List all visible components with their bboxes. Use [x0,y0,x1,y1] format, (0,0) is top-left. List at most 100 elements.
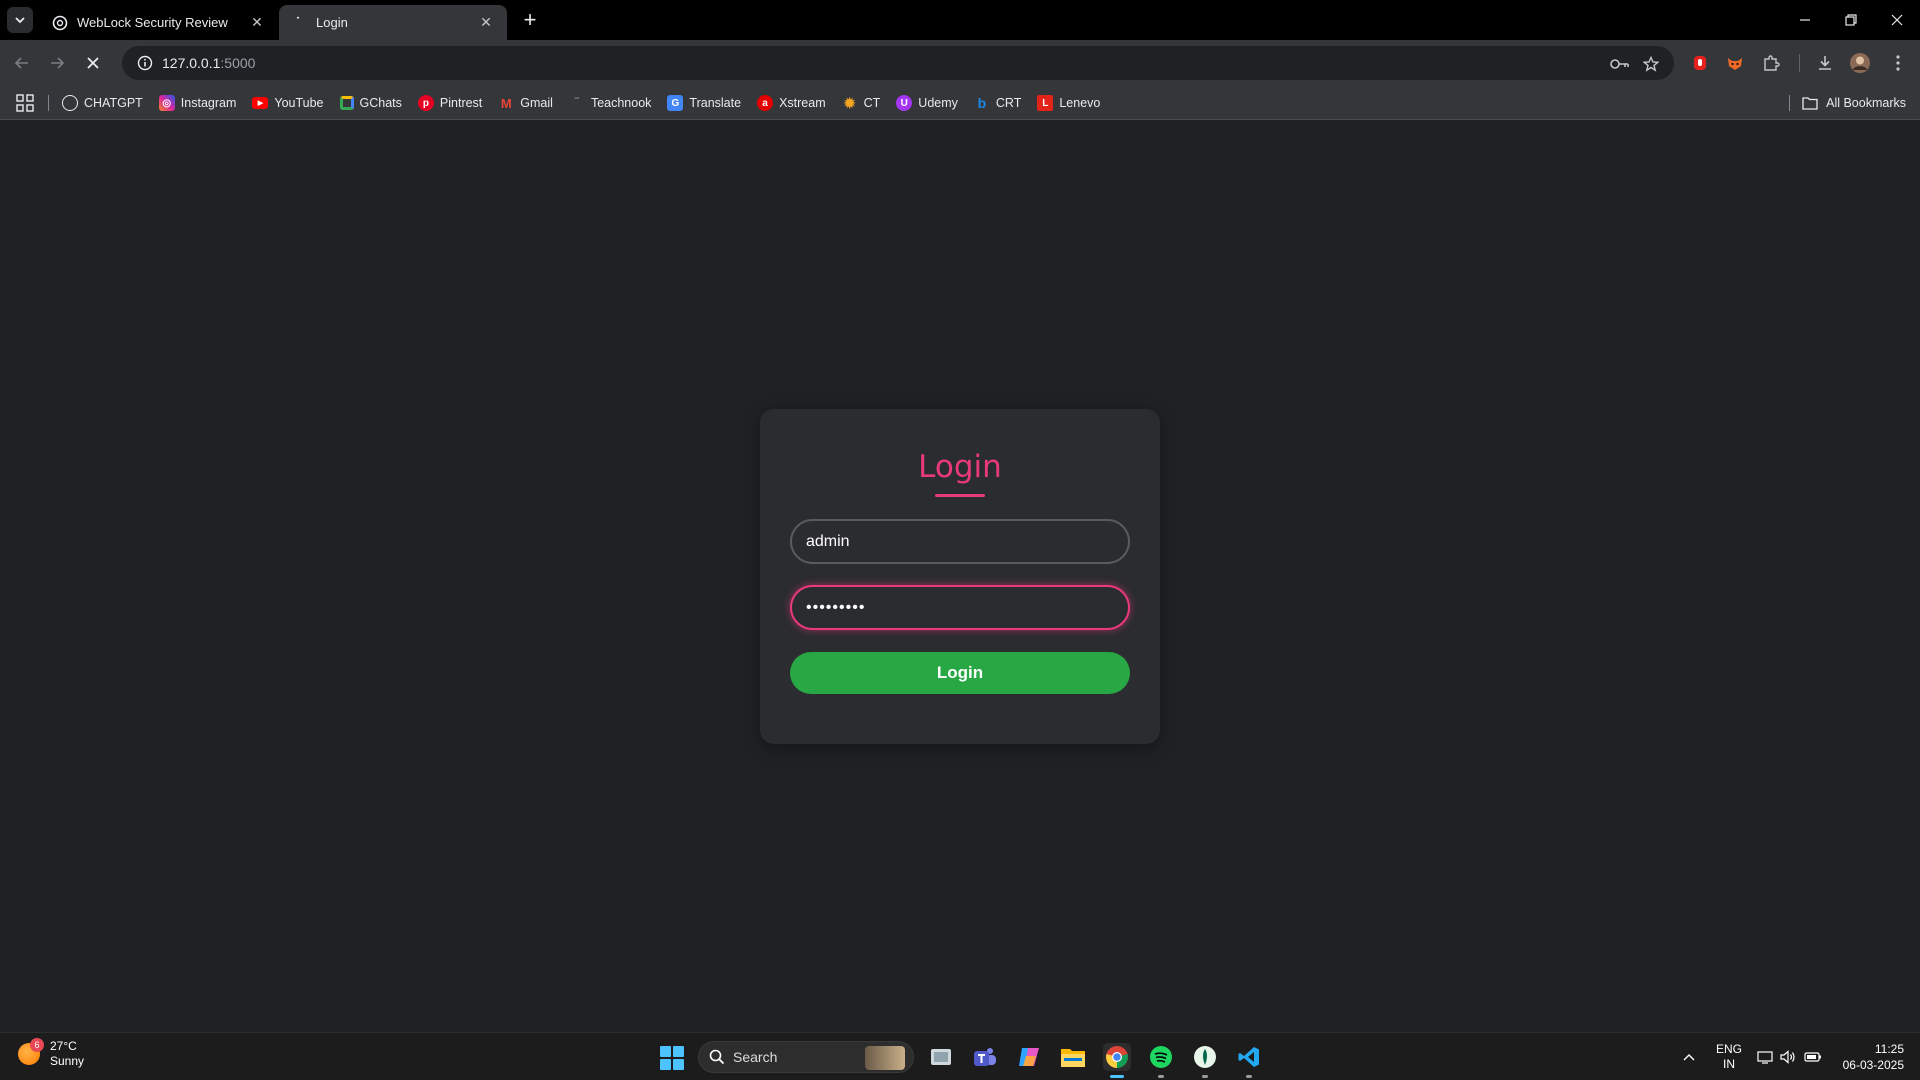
bookmark-udemy[interactable]: U Udemy [896,95,958,111]
windows-taskbar: 6 27°C Sunny Search ENG IN 11:25 06-03-2… [0,1032,1920,1080]
bookmark-label: Teachnook [590,96,652,110]
forward-button[interactable] [43,49,71,77]
bookmark-lenevo[interactable]: L Lenevo [1037,95,1100,111]
windows-start-icon[interactable] [660,1046,684,1070]
bookmark-gmail[interactable]: M Gmail [498,95,553,111]
battery-icon[interactable] [1804,1033,1822,1080]
active-indicator [1110,1075,1124,1078]
browser-toolbar: 127.0.0.1:5000 [0,40,1920,86]
restore-button[interactable] [1828,0,1874,40]
password-key-icon[interactable] [1610,54,1630,74]
login-card: Login admin ••••••••• Login [760,409,1160,744]
bookmark-instagram[interactable]: ◎ Instagram [158,95,236,111]
profile-avatar[interactable] [1849,52,1871,74]
all-bookmarks-label: All Bookmarks [1826,96,1906,110]
copilot-icon[interactable] [1015,1043,1043,1071]
bookmark-xstream[interactable]: a Xstream [757,95,826,111]
bookmark-crt[interactable]: b CRT [974,95,1022,111]
mongodb-compass-icon[interactable] [1191,1043,1219,1078]
close-icon[interactable]: ✕ [477,14,495,32]
extension-fox-icon[interactable] [1724,52,1746,74]
bookmark-ct[interactable]: ✹ CT [842,95,881,111]
google-chat-icon [339,96,354,110]
vscode-icon[interactable] [1235,1043,1263,1078]
login-button[interactable]: Login [790,652,1130,694]
notification-badge: 6 [30,1038,44,1052]
bookmark-gchats[interactable]: GChats [339,96,402,110]
extension-red-hand-icon[interactable] [1689,52,1711,74]
tab-title: Login [316,15,348,30]
volume-icon[interactable] [1780,1033,1796,1080]
arrow-right-icon [51,57,65,69]
udemy-icon: U [896,95,913,111]
teams-icon[interactable] [971,1043,999,1071]
spotify-icon[interactable] [1147,1043,1175,1078]
running-indicator [1246,1075,1252,1078]
clock-date: 06-03-2025 [1842,1058,1904,1072]
bookmark-youtube[interactable]: ▶ YouTube [252,96,324,110]
new-tab-button[interactable]: + [518,7,542,32]
bookmarks-divider [1789,95,1790,111]
all-bookmarks-button[interactable]: All Bookmarks [1802,86,1906,120]
close-icon[interactable]: ✕ [248,14,266,32]
running-indicator [1202,1075,1208,1078]
extensions-puzzle-icon[interactable] [1760,52,1782,74]
weather-condition: Sunny [50,1054,85,1068]
bookmark-pintrest[interactable]: p Pintrest [417,95,483,111]
tab-login[interactable]: Login ✕ [279,5,507,40]
bookmark-label: Xstream [779,96,826,110]
weather-widget[interactable]: 6 27°C Sunny [18,1038,85,1069]
pinterest-icon: p [417,95,434,111]
minimize-icon [1800,19,1810,21]
bookmarks-list: CHATGPT ◎ Instagram ▶ YouTube GChats p Pint… [62,86,1116,120]
bookmark-label: Lenevo [1059,96,1101,110]
chrome-icon[interactable] [1103,1043,1131,1078]
bookmark-translate[interactable]: G Translate [667,95,741,111]
taskbar-search-box[interactable]: Search [698,1041,914,1073]
bookmark-label: Gmail [520,96,553,110]
tab-search-button[interactable] [7,7,33,33]
chevron-down-icon [15,17,25,24]
address-bar[interactable]: 127.0.0.1:5000 [122,46,1674,80]
password-input[interactable]: ••••••••• [790,585,1130,630]
star-bookmark-icon[interactable] [1641,54,1661,74]
folder-icon [1802,97,1818,110]
username-input[interactable]: admin [790,519,1130,564]
apps-grid-icon[interactable] [16,94,34,112]
close-window-button[interactable] [1874,0,1920,40]
close-icon [87,57,99,69]
network-icon[interactable] [1757,1033,1773,1080]
weather-temp: 27°C [50,1039,77,1053]
more-menu-icon[interactable] [1887,52,1909,74]
system-clock[interactable]: 11:25 06-03-2025 [1843,1041,1904,1073]
download-icon[interactable] [1814,52,1836,74]
file-explorer-icon[interactable] [1059,1043,1087,1071]
bookmark-teachnook[interactable]: ‾ Teachnook [569,95,651,111]
task-view-icon[interactable] [927,1043,955,1071]
bookmark-label: YouTube [274,96,324,110]
gmail-icon: M [500,95,512,111]
sun-icon: 6 [18,1038,44,1065]
arrow-left-icon [14,57,28,69]
restore-icon [1845,14,1857,26]
tab-weblock-security-review[interactable]: WebLock Security Review ✕ [40,5,278,40]
stop-loading-button[interactable] [79,49,107,77]
lenovo-icon: L [1037,95,1054,111]
minimize-button[interactable] [1782,0,1828,40]
bookmark-label: GChats [359,96,402,110]
language-indicator[interactable]: ENG IN [1716,1033,1742,1080]
loading-spinner-icon [291,15,307,31]
search-icon [709,1049,725,1065]
airtel-xstream-icon: a [757,95,774,111]
language-code: ENG [1716,1042,1743,1056]
bookmark-label: Pintrest [439,96,483,110]
back-button[interactable] [8,49,36,77]
login-heading: Login [918,449,1002,485]
bookmark-chatgpt[interactable]: CHATGPT [62,95,143,111]
chevron-up-icon [1683,1054,1695,1061]
site-info-icon[interactable] [128,55,162,71]
show-hidden-icons-button[interactable] [1682,1033,1696,1080]
bookmark-label: Udemy [918,96,958,110]
toolbar-divider [1799,54,1800,72]
tab-title: WebLock Security Review [77,15,228,30]
